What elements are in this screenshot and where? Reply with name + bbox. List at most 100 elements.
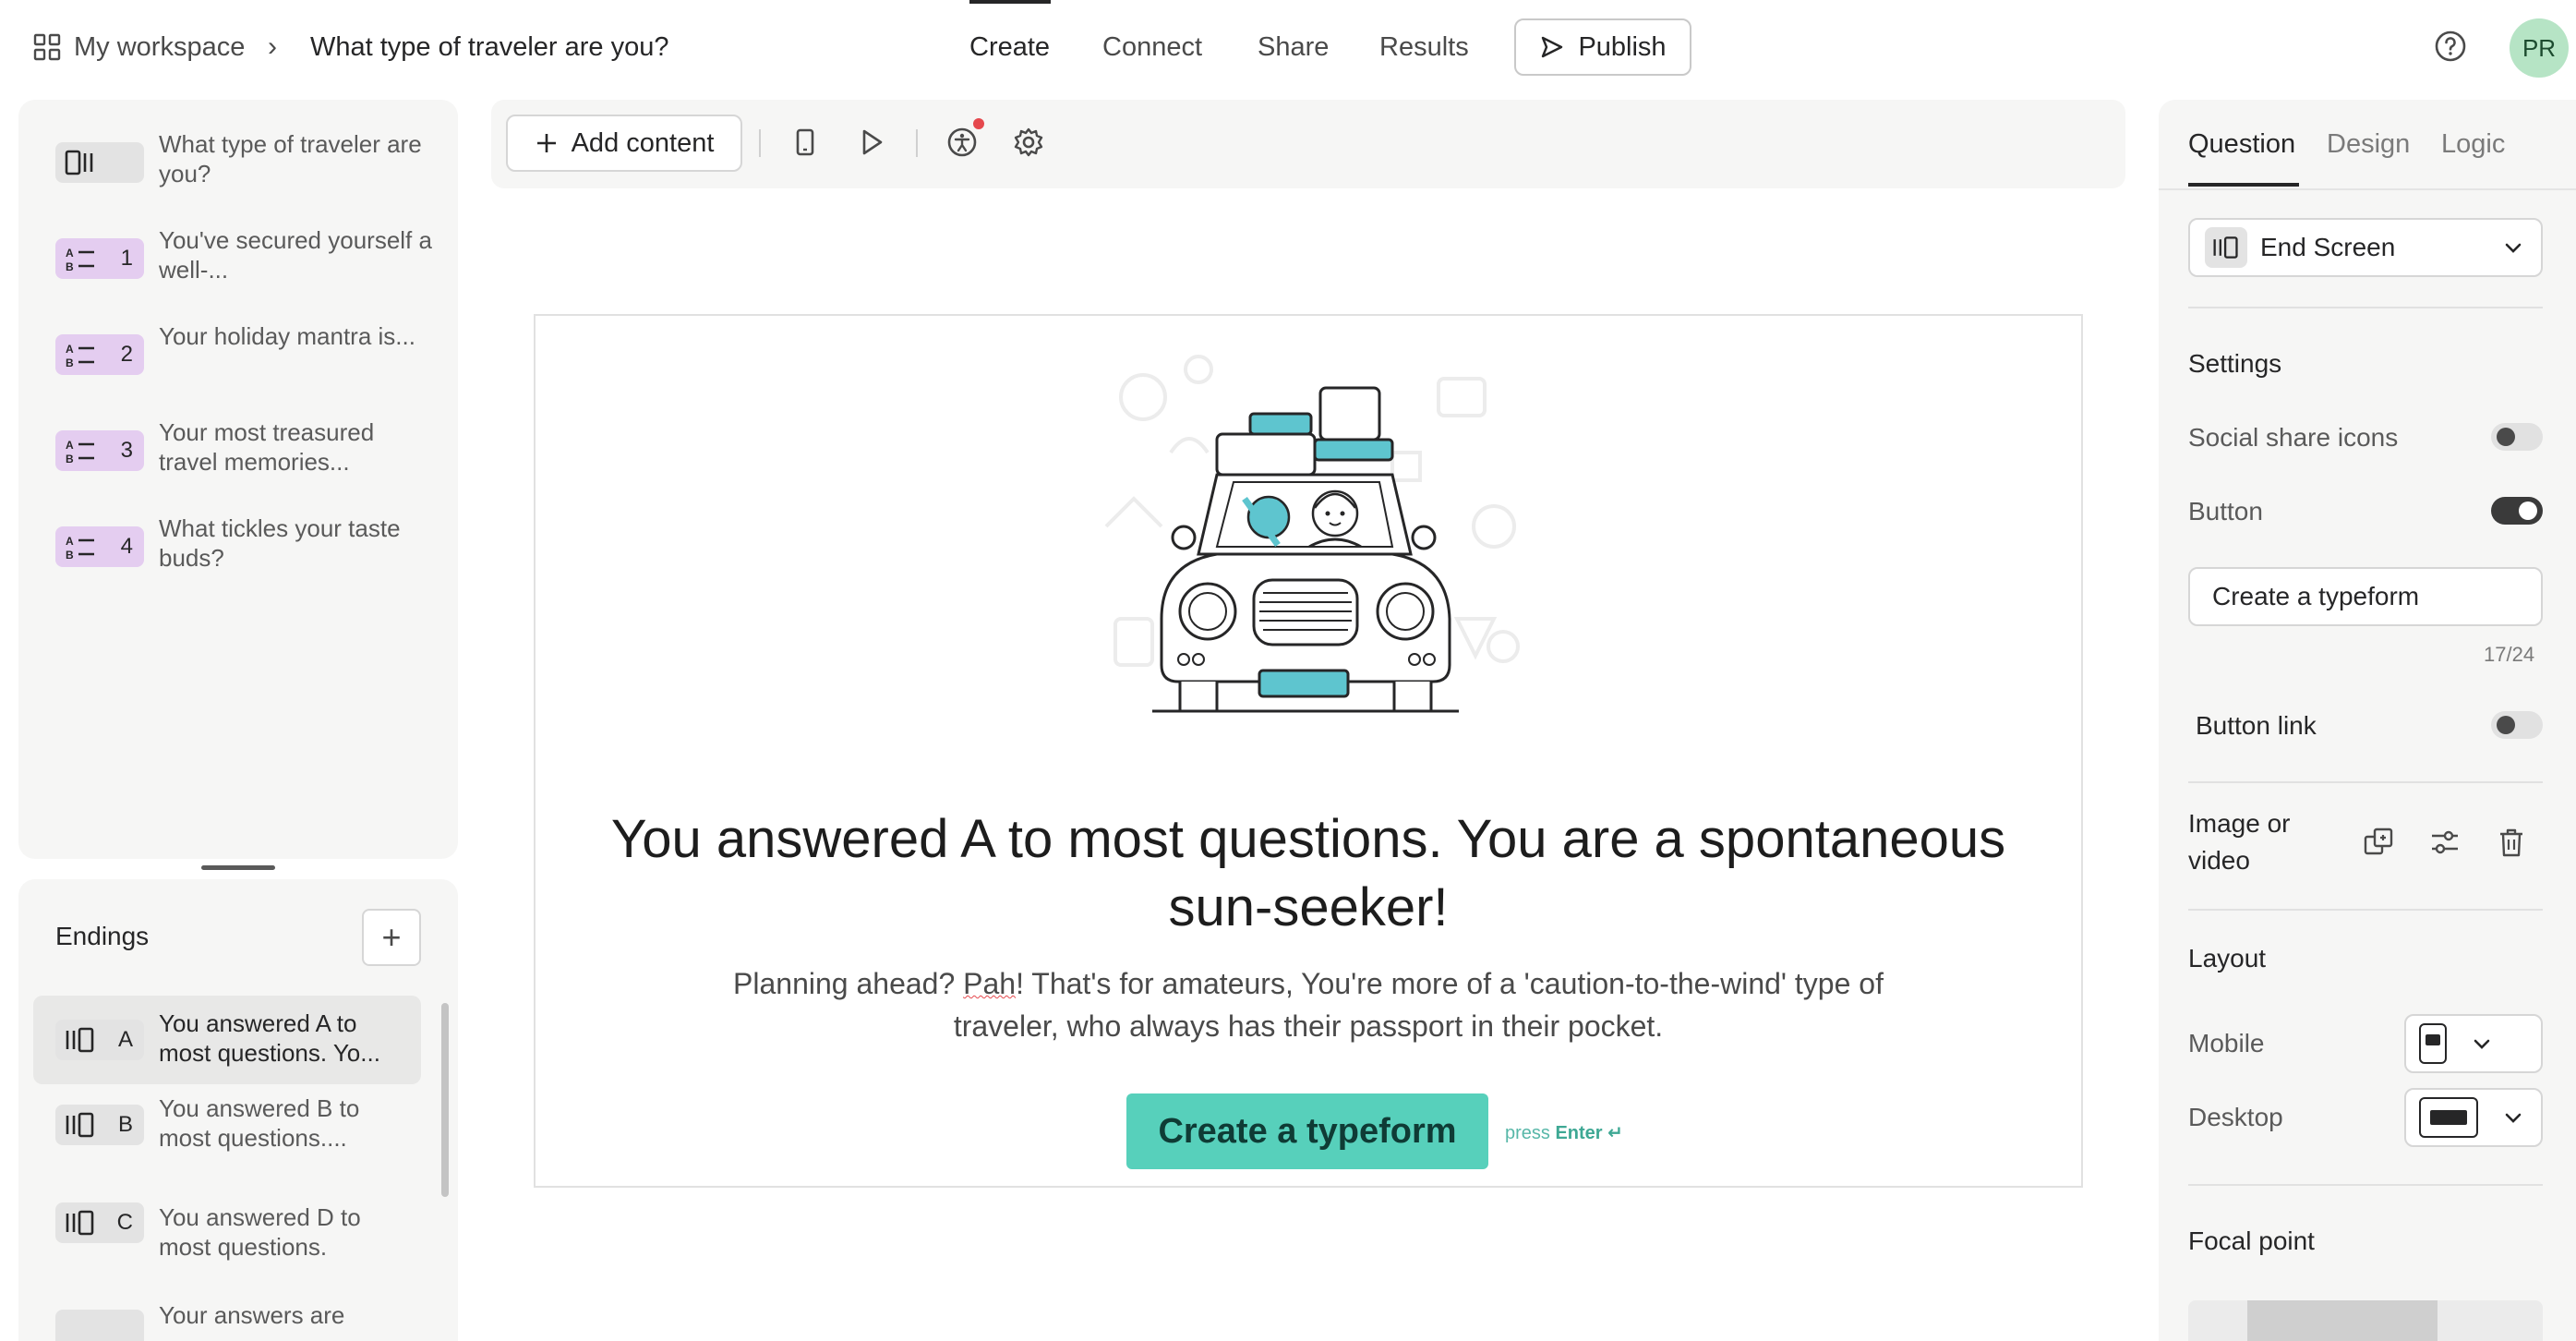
tab-logic[interactable]: Logic bbox=[2441, 126, 2505, 163]
plus-icon bbox=[536, 134, 556, 152]
focal-point-image bbox=[2247, 1300, 2438, 1341]
spellcheck-word: Pah bbox=[963, 967, 1017, 1000]
button-link-toggle[interactable] bbox=[2491, 711, 2543, 739]
desktop-layout-select[interactable] bbox=[2404, 1088, 2543, 1147]
question-item-4[interactable]: A B 4 What tickles your taste buds? bbox=[55, 513, 443, 597]
tab-create[interactable]: Create bbox=[969, 28, 1050, 66]
question-badge: A B 1 bbox=[55, 238, 144, 279]
focal-point-heading: Focal point bbox=[2188, 1226, 2315, 1255]
question-item-3[interactable]: A B 3 Your most treasured travel memorie… bbox=[55, 417, 443, 501]
ending-item-a[interactable]: A You answered A to most questions. Yo..… bbox=[33, 996, 421, 1084]
ending-item-c[interactable]: C You answered D to most questions. bbox=[33, 1190, 421, 1278]
ending-letter: A bbox=[117, 1027, 133, 1052]
accessibility-icon[interactable] bbox=[945, 126, 979, 159]
toggle-knob bbox=[2497, 428, 2515, 446]
question-item-1[interactable]: A B 1 You've secured yourself a well-... bbox=[55, 225, 443, 308]
mobile-layout-select[interactable] bbox=[2404, 1014, 2543, 1073]
desktop-layout-label: Desktop bbox=[2188, 1103, 2283, 1131]
tab-connect[interactable]: Connect bbox=[1102, 28, 1202, 66]
svg-text:B: B bbox=[66, 453, 74, 465]
breadcrumb-workspace[interactable]: My workspace bbox=[74, 28, 245, 66]
enter-key-label: Enter ↵ bbox=[1555, 1123, 1623, 1143]
add-content-label: Add content bbox=[571, 127, 715, 158]
question-title: What type of traveler are you? bbox=[159, 130, 422, 187]
ending-badge bbox=[55, 1310, 144, 1341]
ending-title: You answered A to most questions. Yo... bbox=[159, 1009, 380, 1067]
play-icon[interactable] bbox=[855, 126, 888, 159]
social-share-toggle[interactable] bbox=[2491, 423, 2543, 451]
add-ending-button[interactable]: + bbox=[362, 909, 421, 966]
adjust-media-icon[interactable] bbox=[2428, 826, 2462, 859]
end-screen-badge bbox=[2205, 227, 2247, 268]
svg-text:B: B bbox=[66, 549, 74, 561]
section-divider bbox=[2188, 909, 2543, 911]
multiple-choice-icon: A B bbox=[66, 535, 94, 561]
press-label: press bbox=[1505, 1123, 1550, 1143]
tab-design[interactable]: Design bbox=[2327, 126, 2410, 163]
replace-media-icon[interactable] bbox=[2362, 826, 2395, 859]
question-number: 3 bbox=[120, 438, 133, 463]
button-text-input[interactable]: Create a typeform bbox=[2188, 567, 2543, 626]
mobile-layout-thumbnail bbox=[2419, 1023, 2447, 1064]
endings-title: Endings bbox=[55, 922, 150, 950]
focal-point-preview[interactable] bbox=[2188, 1300, 2543, 1341]
welcome-screen-icon bbox=[65, 150, 93, 175]
create-typeform-button[interactable]: Create a typeform bbox=[1126, 1093, 1488, 1169]
help-icon[interactable] bbox=[2434, 30, 2467, 63]
end-screen-icon bbox=[66, 1027, 94, 1053]
end-screen-icon bbox=[2213, 236, 2238, 259]
ending-title-heading[interactable]: You answered A to most questions. You ar… bbox=[591, 805, 2026, 942]
social-share-label: Social share icons bbox=[2188, 423, 2399, 452]
ending-title: You answered B to most questions.... bbox=[159, 1094, 360, 1152]
ending-item-b[interactable]: B You answered B to most questions.... bbox=[33, 1081, 421, 1169]
tab-share[interactable]: Share bbox=[1258, 28, 1329, 66]
ending-description[interactable]: Planning ahead? Pah! That's for amateurs… bbox=[683, 962, 1933, 1047]
question-number: 2 bbox=[120, 342, 133, 367]
button-link-label: Button link bbox=[2196, 711, 2317, 740]
question-number: 1 bbox=[120, 246, 133, 271]
description-text: ! That's for amateurs, You're more of a … bbox=[953, 967, 1884, 1043]
panel-resize-handle[interactable] bbox=[201, 865, 275, 870]
question-type-select[interactable]: End Screen bbox=[2188, 218, 2543, 277]
settings-icon[interactable] bbox=[1012, 126, 1045, 159]
add-content-button[interactable]: Add content bbox=[506, 115, 742, 172]
car-traveler-illustration[interactable] bbox=[1088, 342, 1529, 730]
settings-heading: Settings bbox=[2188, 349, 2282, 378]
publish-label: Publish bbox=[1578, 31, 1667, 62]
avatar[interactable]: PR bbox=[2510, 18, 2569, 78]
section-divider bbox=[2188, 307, 2543, 308]
question-title: You've secured yourself a well-... bbox=[159, 226, 432, 284]
notification-dot bbox=[973, 118, 984, 129]
mobile-preview-icon[interactable] bbox=[788, 126, 822, 159]
toolbar-divider bbox=[759, 129, 761, 157]
chevron-down-icon bbox=[2474, 1039, 2490, 1049]
section-divider bbox=[2188, 1184, 2543, 1186]
ending-badge: B bbox=[55, 1105, 144, 1145]
tab-results[interactable]: Results bbox=[1379, 28, 1469, 66]
form-title[interactable]: What type of traveler are you? bbox=[310, 28, 668, 66]
ending-item-d[interactable]: Your answers are bbox=[33, 1287, 421, 1341]
breadcrumb-separator: › bbox=[268, 31, 277, 62]
trash-icon[interactable] bbox=[2495, 826, 2528, 859]
question-title: What tickles your taste buds? bbox=[159, 514, 401, 572]
multiple-choice-icon: A B bbox=[66, 439, 94, 465]
svg-text:A: A bbox=[66, 439, 74, 452]
workspace-grid-icon[interactable] bbox=[33, 33, 61, 61]
endings-scrollbar[interactable] bbox=[441, 1003, 449, 1197]
question-badge: A B 4 bbox=[55, 526, 144, 567]
publish-button[interactable]: Publish bbox=[1514, 18, 1691, 76]
tab-create-underline bbox=[969, 0, 1051, 4]
character-count: 17/24 bbox=[2484, 643, 2535, 666]
toolbar-divider bbox=[916, 129, 918, 157]
toggle-knob bbox=[2497, 716, 2515, 734]
mobile-layout-label: Mobile bbox=[2188, 1029, 2265, 1057]
layout-heading: Layout bbox=[2188, 944, 2267, 973]
tab-question[interactable]: Question bbox=[2188, 126, 2295, 163]
tab-question-underline bbox=[2188, 183, 2299, 187]
question-badge: A B 2 bbox=[55, 334, 144, 375]
button-toggle[interactable] bbox=[2491, 497, 2543, 525]
question-title: Your most treasured travel memories... bbox=[159, 418, 375, 476]
chevron-down-icon bbox=[2505, 243, 2522, 253]
question-item-welcome[interactable]: What type of traveler are you? bbox=[55, 129, 443, 212]
question-item-2[interactable]: A B 2 Your holiday mantra is... bbox=[55, 321, 443, 405]
